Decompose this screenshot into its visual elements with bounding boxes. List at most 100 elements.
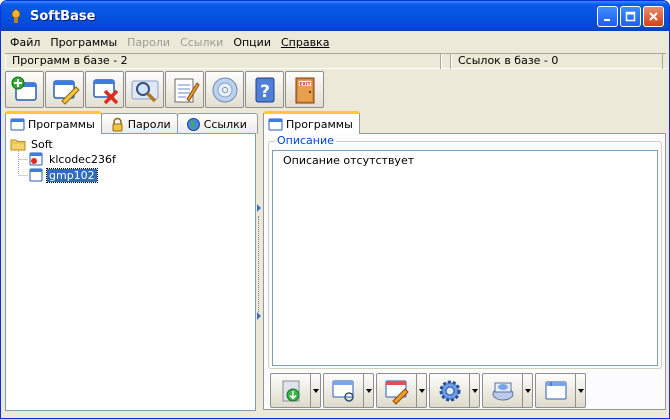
tab-links[interactable]: Ссылки — [176, 113, 258, 134]
disk-dropdown[interactable] — [523, 373, 533, 408]
tab-programs-label: Программы — [28, 117, 95, 131]
notes-icon — [174, 78, 200, 102]
window-search-icon — [332, 380, 354, 402]
window-view-dropdown[interactable] — [364, 373, 374, 408]
maximize-button[interactable] — [620, 6, 641, 27]
exit-sign-text: EXIT — [299, 81, 311, 87]
description-group: Описание Описание отсутствует — [268, 134, 662, 369]
menu-programs[interactable]: Программы — [45, 36, 122, 49]
edit-details-dropdown[interactable] — [417, 373, 427, 408]
right-panel: Программы Описание Описание отсутствует — [263, 111, 666, 410]
window-button[interactable] — [535, 373, 576, 408]
menu-help[interactable]: Справка — [276, 36, 334, 49]
help-button[interactable]: ? — [245, 71, 284, 108]
app-logo-icon — [11, 8, 21, 23]
menu-passwords[interactable]: Пароли — [122, 36, 175, 49]
programs-icon — [10, 118, 25, 130]
menu-file[interactable]: Файл — [5, 36, 45, 49]
panel-splitter[interactable] — [256, 112, 262, 410]
chevron-down-icon — [365, 388, 372, 393]
chevron-down-icon — [418, 388, 425, 393]
arrow-right-icon[interactable] — [256, 312, 262, 320]
tree-root-label: Soft — [31, 137, 53, 151]
title-bar[interactable]: SoftBase — [1, 1, 669, 31]
folder-icon — [10, 139, 26, 151]
disc-icon — [212, 77, 237, 102]
lock-icon — [112, 117, 123, 131]
notes-button[interactable] — [165, 71, 204, 108]
gear-icon — [439, 380, 460, 401]
add-program-button[interactable] — [5, 71, 44, 108]
close-button[interactable] — [643, 6, 664, 27]
install-dropdown[interactable] — [311, 373, 321, 408]
exit-button[interactable]: EXIT — [285, 71, 324, 108]
edit-window-icon — [385, 380, 409, 405]
globe-icon — [186, 117, 200, 131]
menu-links[interactable]: Ссылки — [175, 36, 228, 49]
delete-program-button[interactable] — [85, 71, 124, 108]
add-program-icon — [11, 76, 37, 101]
tree-item-label: gmp102 — [46, 167, 98, 183]
install-icon — [282, 380, 299, 401]
window-view-button[interactable] — [323, 373, 364, 408]
splitter-grip — [258, 216, 260, 312]
program-icon — [29, 152, 43, 166]
info-separator — [441, 54, 451, 69]
window-title: SoftBase — [30, 8, 96, 24]
delete-icon — [92, 78, 118, 104]
tab-links-label: Ссылки — [203, 117, 247, 131]
description-group-label: Описание — [275, 134, 336, 147]
tree-item-label: klcodec236f — [49, 152, 116, 166]
svg-text:?: ? — [260, 82, 270, 102]
chevron-down-icon — [524, 388, 531, 393]
install-button[interactable] — [270, 373, 311, 408]
menu-bar: Файл Программы Пароли Ссылки Опции Справ… — [5, 32, 334, 52]
maximize-icon — [625, 11, 636, 22]
tab-right-programs[interactable]: Программы — [263, 111, 360, 134]
edit-icon — [52, 79, 80, 105]
settings-button[interactable] — [429, 373, 470, 408]
links-count: Ссылок в базе - 0 — [451, 54, 663, 69]
window-icon — [545, 381, 566, 399]
tree-node-root[interactable]: Soft — [10, 136, 55, 152]
program-tree[interactable]: Soft klcodec236f gmp102 — [5, 133, 256, 411]
info-bar: Программ в базе - 2 Ссылок в базе - 0 — [5, 53, 666, 69]
minimize-icon — [604, 19, 610, 21]
details-pane: Описание Описание отсутствует — [263, 133, 666, 410]
tree-node-item[interactable]: gmp102 — [28, 167, 98, 183]
arrow-right-icon[interactable] — [256, 204, 262, 212]
edit-program-button[interactable] — [45, 71, 84, 108]
menu-options[interactable]: Опции — [228, 36, 276, 49]
chevron-down-icon — [312, 388, 319, 393]
programs-icon — [268, 118, 283, 130]
chevron-down-icon — [577, 388, 584, 393]
edit-details-button[interactable] — [376, 373, 417, 408]
description-text-area[interactable]: Описание отсутствует — [272, 150, 658, 366]
program-icon — [29, 168, 43, 182]
close-icon — [649, 12, 658, 21]
disk-icon — [492, 382, 513, 400]
minimize-button[interactable] — [597, 6, 618, 27]
tree-node-item[interactable]: klcodec236f — [28, 151, 118, 167]
left-tabs: Программы Пароли Ссылки — [5, 111, 258, 134]
tab-passwords[interactable]: Пароли — [100, 113, 178, 134]
disc-button[interactable] — [205, 71, 244, 108]
main-toolbar: ? EXIT — [5, 71, 324, 109]
tab-right-programs-label: Программы — [286, 117, 353, 131]
details-toolbar — [270, 373, 586, 409]
app-window: SoftBase Файл Программы Пароли Ссылки Оп… — [0, 0, 670, 419]
help-icon: ? — [255, 77, 274, 102]
chevron-down-icon — [471, 388, 478, 393]
tab-passwords-label: Пароли — [127, 117, 171, 131]
search-button[interactable] — [125, 71, 164, 108]
left-panel: Программы Пароли Ссылки Soft klcodec236f — [5, 111, 258, 411]
settings-dropdown[interactable] — [470, 373, 480, 408]
disk-button[interactable] — [482, 373, 523, 408]
exit-icon: EXIT — [295, 77, 314, 103]
search-icon — [131, 80, 158, 102]
tab-programs[interactable]: Программы — [5, 111, 102, 134]
programs-count: Программ в базе - 2 — [5, 54, 441, 69]
right-tabs: Программы — [263, 111, 360, 134]
description-text: Описание отсутствует — [283, 154, 415, 167]
window-dropdown[interactable] — [576, 373, 586, 408]
